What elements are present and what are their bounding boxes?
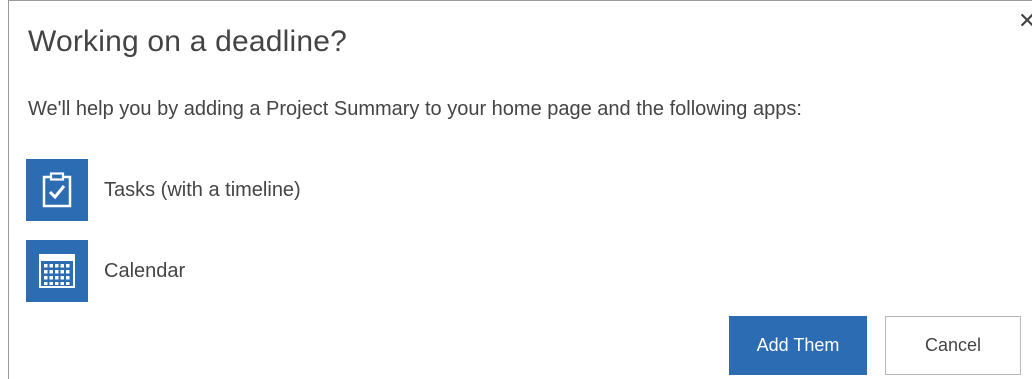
app-item-tasks: Tasks (with a timeline) xyxy=(26,159,301,221)
add-apps-dialog: ✕ Working on a deadline? We'll help you … xyxy=(8,0,1032,379)
dialog-title: Working on a deadline? xyxy=(28,25,348,58)
cancel-button[interactable]: Cancel xyxy=(885,316,1021,375)
add-them-button[interactable]: Add Them xyxy=(729,316,867,375)
clipboard-check-icon xyxy=(26,159,88,221)
close-icon[interactable]: ✕ xyxy=(1018,11,1032,31)
dialog-description: We'll help you by adding a Project Summa… xyxy=(28,98,802,120)
app-item-calendar: Calendar xyxy=(26,240,185,302)
app-label-calendar: Calendar xyxy=(104,259,186,282)
app-label-tasks: Tasks (with a timeline) xyxy=(104,178,301,201)
calendar-icon xyxy=(26,240,88,302)
